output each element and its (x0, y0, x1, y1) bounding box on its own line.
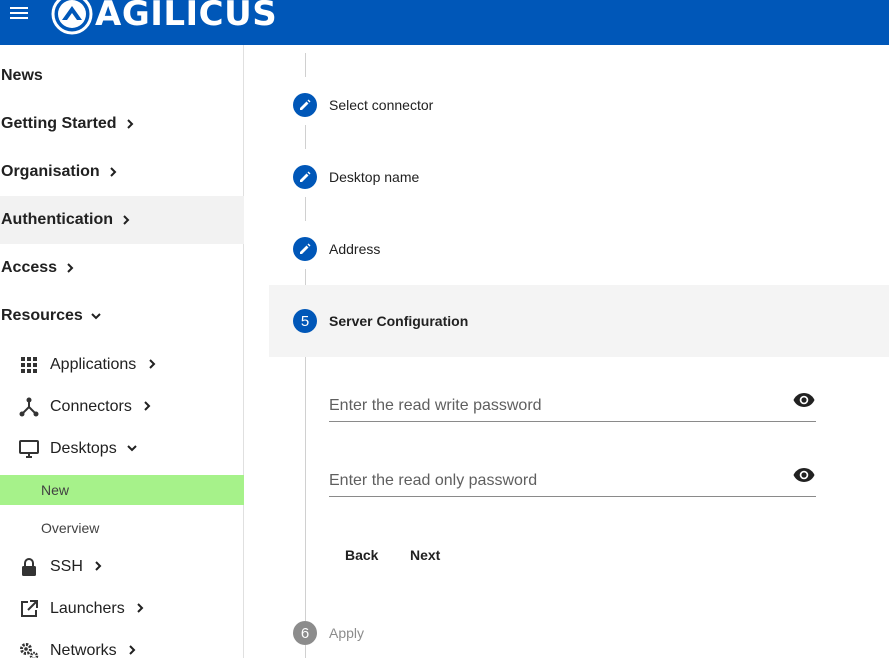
sidebar-item-label: Desktops (50, 440, 137, 458)
next-button[interactable]: Next (394, 537, 456, 573)
chevron-right-icon (129, 645, 136, 655)
desktop-icon (19, 440, 39, 458)
chevron-right-icon (95, 561, 102, 571)
brand-name: AGILICUS (95, 0, 278, 34)
step-label: Select connector (329, 97, 434, 113)
sidebar-item-networks[interactable]: Networks (0, 630, 244, 658)
chevron-right-icon (67, 263, 74, 273)
sidebar-item-access[interactable]: Access (0, 244, 244, 292)
step-number-circle: 5 (293, 309, 317, 333)
sidebar-item-label: Organisation (1, 163, 100, 180)
chevron-right-icon (126, 119, 133, 129)
chevron-right-icon (109, 167, 117, 177)
sidebar-item-launchers[interactable]: Launchers (0, 588, 244, 630)
step-status-circle (293, 237, 317, 261)
step-status-circle (293, 93, 317, 117)
read-only-password-field (329, 457, 816, 497)
step-address[interactable]: Address (269, 213, 889, 285)
chevron-right-icon (149, 359, 156, 369)
sidebar-item-connectors[interactable]: Connectors (0, 386, 244, 428)
sidebar-item-label: SSH (50, 558, 103, 576)
step-status-circle (293, 165, 317, 189)
sidebar-item-organisation[interactable]: Organisation (0, 148, 244, 196)
stepper-connector-line (305, 357, 306, 621)
sidebar-item-label: Access (1, 259, 58, 276)
sidebar-item-desktops[interactable]: Desktops (0, 428, 244, 470)
step-label: Desktop name (329, 169, 420, 185)
step-label: Apply (329, 625, 365, 641)
sidebar-item-label: Authentication (1, 211, 113, 228)
sidebar-item-news[interactable]: News (0, 52, 244, 100)
sidebar-nav: News Getting Started Organisation Authen… (0, 45, 244, 658)
sidebar-item-desktops-new[interactable]: New (0, 475, 244, 505)
sidebar-item-applications[interactable]: Applications (0, 344, 244, 386)
agilicus-logo-icon (51, 0, 93, 35)
chevron-right-icon (123, 215, 130, 225)
open-in-new-icon (21, 600, 38, 617)
sidebar-item-label: News (1, 67, 43, 84)
sidebar-item-label: Launchers (50, 600, 145, 618)
settings-gears-icon (20, 643, 39, 658)
sidebar-item-label: New (41, 482, 70, 498)
chevron-right-icon (137, 603, 144, 613)
sidebar-item-desktops-overview[interactable]: Overview (0, 513, 244, 543)
sidebar-item-resources[interactable]: Resources (0, 292, 244, 340)
step-apply[interactable]: 6 Apply (269, 597, 889, 658)
edit-pencil-icon (300, 99, 311, 110)
sidebar-item-label: Resources (1, 307, 83, 324)
step-number-circle: 6 (293, 621, 317, 645)
sidebar-item-authentication[interactable]: Authentication (0, 196, 244, 244)
sidebar-item-label: Overview (41, 520, 100, 536)
back-button[interactable]: Back (329, 537, 394, 573)
step-desktop-name[interactable]: Desktop name (269, 141, 889, 213)
step-server-configuration[interactable]: 5 Server Configuration (269, 285, 889, 357)
connectors-icon (19, 397, 39, 417)
menu-icon[interactable] (10, 4, 32, 24)
sidebar-item-ssh[interactable]: SSH (0, 546, 244, 588)
visibility-eye-icon[interactable] (792, 388, 816, 412)
lock-icon (22, 558, 36, 576)
sidebar-item-getting-started[interactable]: Getting Started (0, 100, 244, 148)
step-label: Server Configuration (329, 313, 469, 329)
read-only-password-input[interactable] (329, 472, 779, 490)
edit-pencil-icon (300, 243, 311, 254)
sidebar-item-label: Connectors (50, 398, 152, 416)
sidebar-item-label: Networks (50, 642, 137, 658)
chevron-down-icon (127, 445, 137, 452)
top-app-bar: AGILICUS (0, 0, 889, 45)
step-select-connector[interactable]: Select connector (269, 69, 889, 141)
sidebar-item-label: Getting Started (1, 115, 117, 132)
edit-pencil-icon (300, 171, 311, 182)
sidebar-item-label: Applications (50, 356, 157, 374)
read-write-password-input[interactable] (329, 397, 779, 415)
chevron-right-icon (144, 401, 151, 411)
brand-logo[interactable]: AGILICUS (50, 0, 277, 36)
apps-grid-icon (21, 357, 37, 373)
step-label: Address (329, 241, 381, 257)
chevron-down-icon (91, 313, 101, 320)
visibility-eye-icon[interactable] (792, 463, 816, 487)
desktop-new-stepper: Select connector Desktop name Address 5 … (269, 45, 889, 658)
read-write-password-field (329, 382, 816, 422)
